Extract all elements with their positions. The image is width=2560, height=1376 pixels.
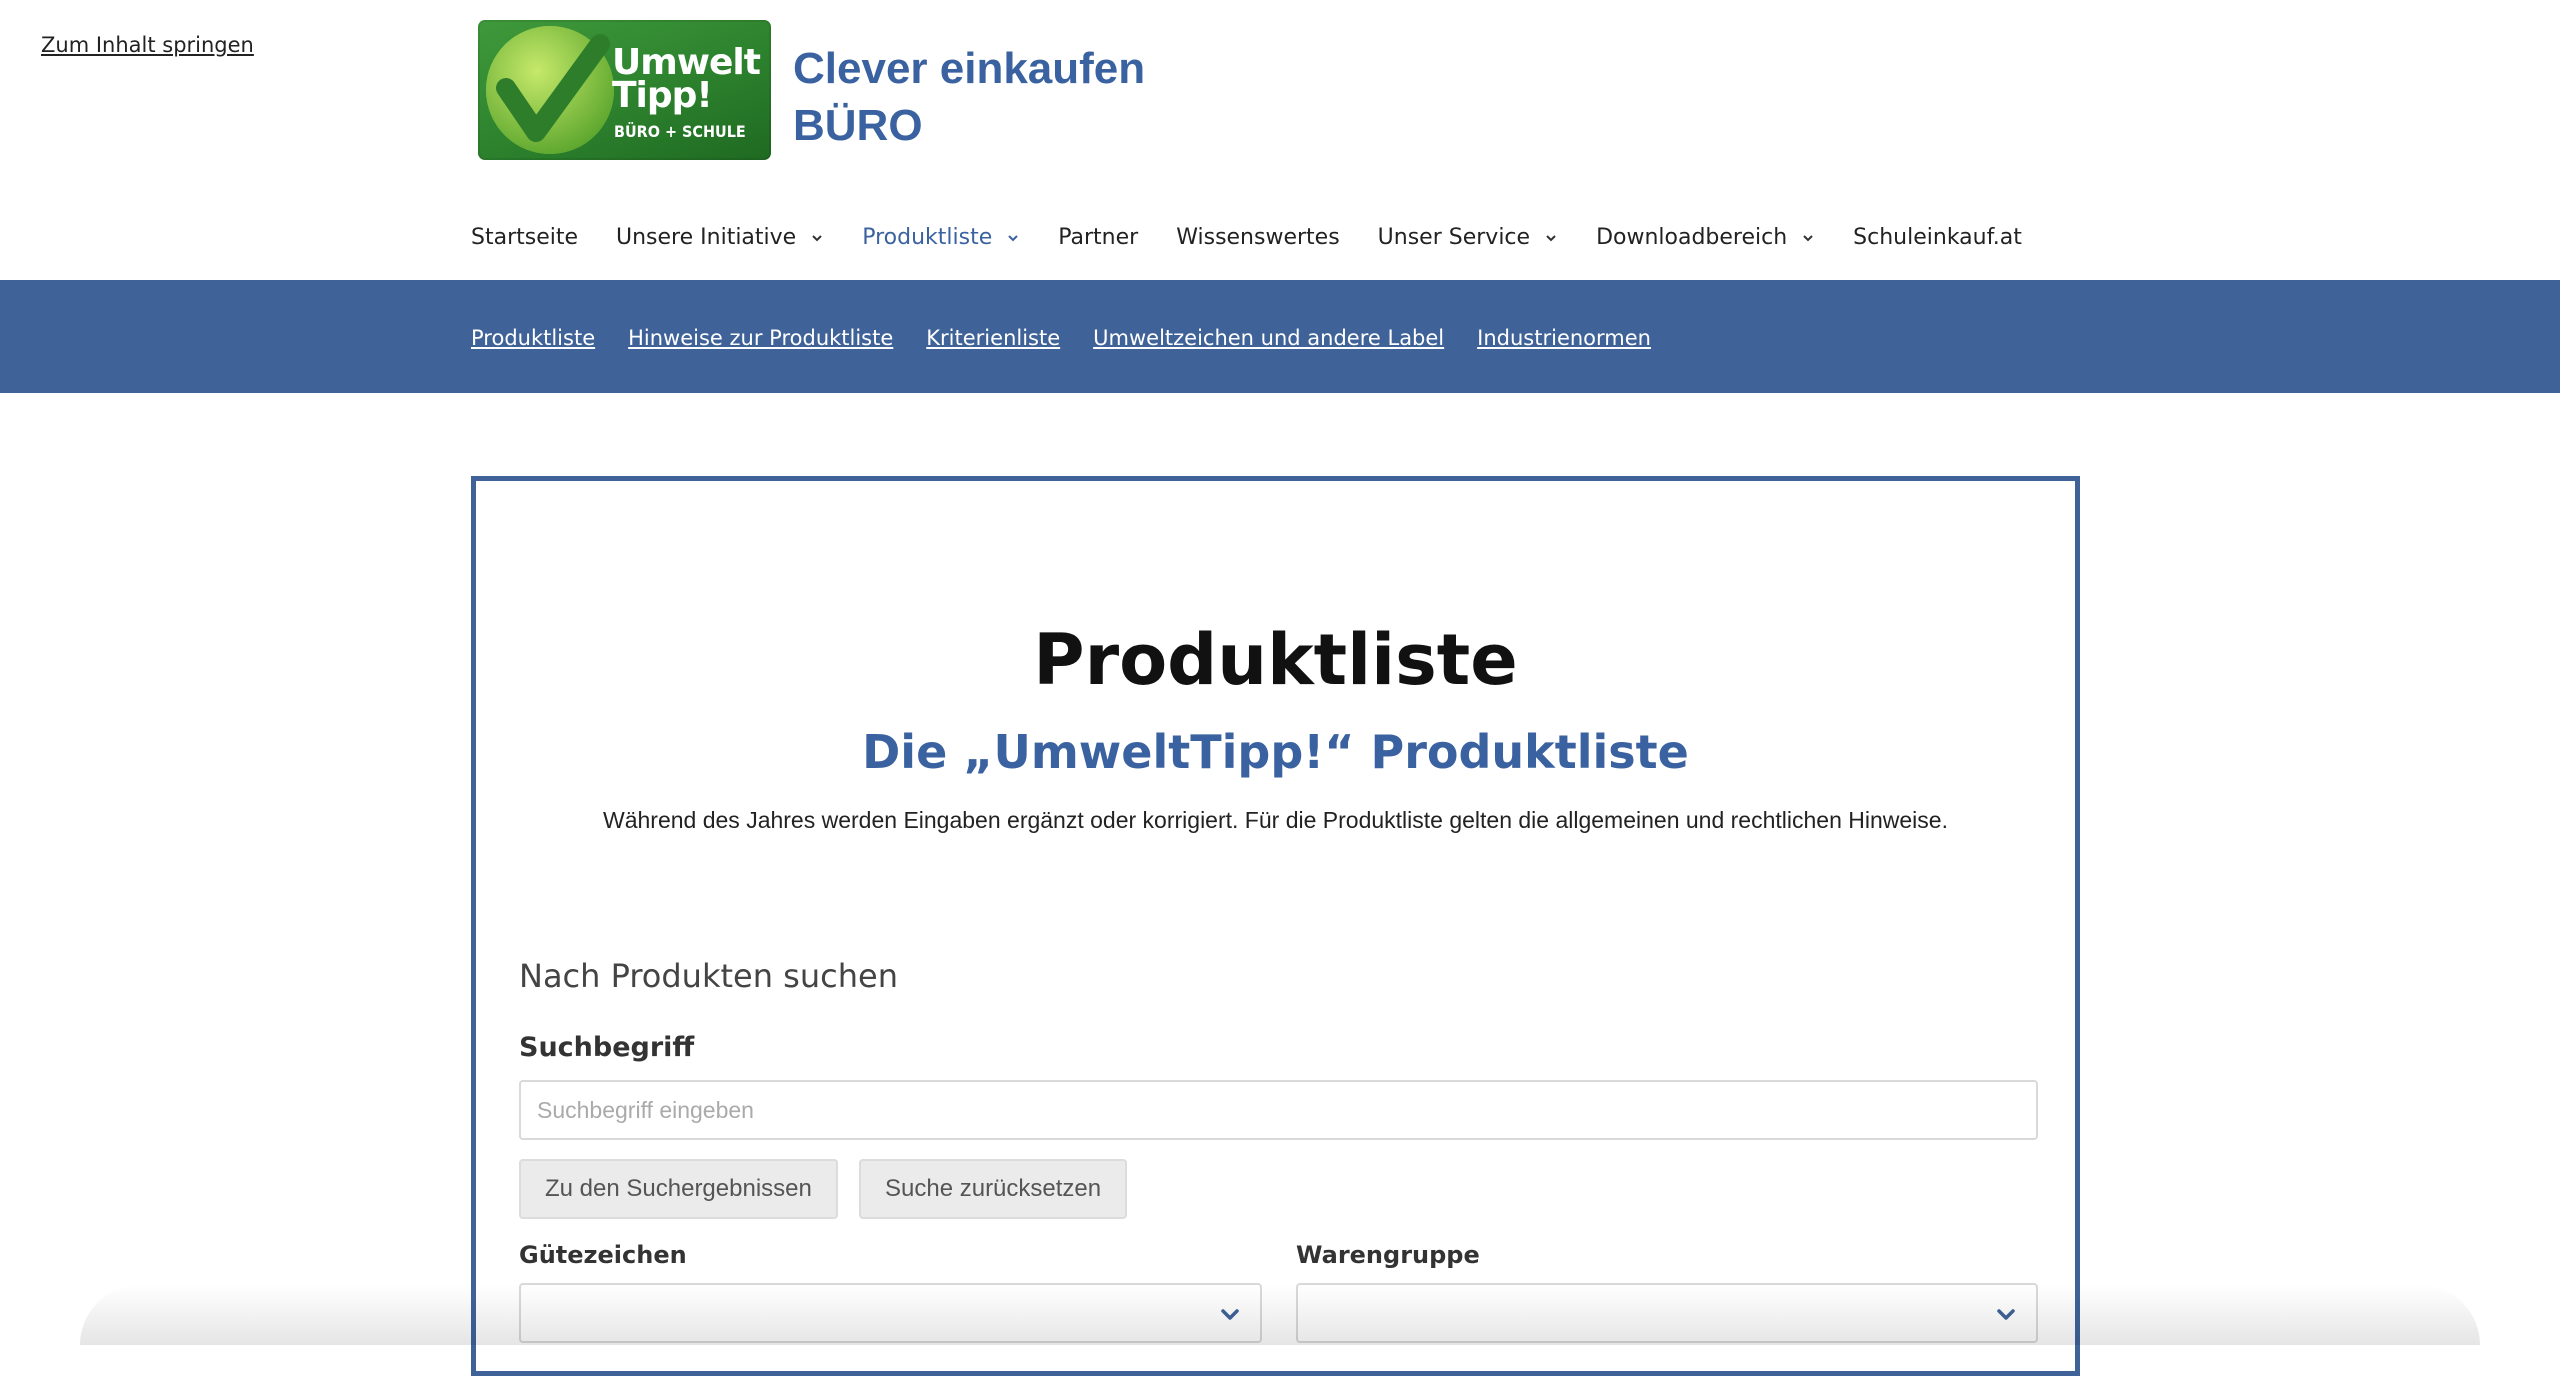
page-title: Produktliste — [1033, 619, 1518, 701]
reset-search-button[interactable]: Suche zurücksetzen — [859, 1159, 1128, 1219]
nav-item-unsere-initiative[interactable]: Unsere Initiative — [616, 225, 824, 250]
chevron-down-icon — [812, 234, 822, 241]
subnav-link-hinweise-zur-produktliste[interactable]: Hinweise zur Produktliste — [628, 326, 893, 350]
subnav-link-produktliste[interactable]: Produktliste — [471, 326, 595, 350]
skip-to-content-link[interactable]: Zum Inhalt springen — [41, 33, 254, 57]
nav-item-label: Unser Service — [1377, 225, 1531, 250]
subnav-link-umweltzeichen-und-andere-label[interactable]: Umweltzeichen und andere Label — [1093, 326, 1444, 350]
nav-item-unser-service[interactable]: Unser Service — [1378, 225, 1558, 250]
chevron-down-icon — [1008, 234, 1018, 241]
chevron-down-icon — [1221, 1309, 1239, 1320]
search-input[interactable] — [519, 1080, 2038, 1140]
main-navigation: Startseite Unsere Initiative Produktliste P… — [471, 225, 2060, 250]
intro-text: Während des Jahres werden Eingaben ergän… — [603, 807, 1948, 833]
nav-item-label: Partner — [1058, 225, 1139, 250]
quality-label-filter-label: Gütezeichen — [519, 1241, 687, 1269]
page-subtitle: Die „UmweltTipp!“ Produktliste — [862, 725, 1689, 779]
product-group-select[interactable] — [1296, 1283, 2038, 1343]
nav-item-schuleinkauf-at[interactable]: Schuleinkauf.at — [1853, 225, 2022, 250]
to-search-results-button[interactable]: Zu den Suchergebnissen — [519, 1159, 838, 1219]
logo-text-buero-schule: BÜRO + SCHULE — [614, 122, 746, 141]
product-list-panel: Produktliste Die „UmweltTipp!“ Produktli… — [471, 476, 2080, 1376]
quality-label-select[interactable] — [519, 1283, 1262, 1343]
site-title-line2: BÜRO — [793, 101, 923, 150]
sub-navigation: Produktliste Hinweise zur Produktliste Kri… — [471, 326, 1684, 350]
site-title[interactable]: Clever einkaufen BÜRO — [793, 40, 1145, 154]
chevron-down-icon — [1803, 234, 1813, 241]
chevron-down-icon — [1997, 1309, 2015, 1320]
umwelttipp-logo[interactable]: Umwelt Tipp! BÜRO + SCHULE — [478, 20, 771, 160]
nav-item-startseite[interactable]: Startseite — [471, 225, 578, 250]
nav-item-label: Downloadbereich — [1596, 225, 1788, 250]
chevron-down-icon — [1546, 234, 1556, 241]
nav-item-label: Wissenswertes — [1176, 225, 1340, 250]
search-term-label: Suchbegriff — [519, 1032, 695, 1063]
product-group-filter-label: Warengruppe — [1296, 1241, 1480, 1269]
nav-item-label: Unsere Initiative — [616, 225, 797, 250]
nav-item-wissenswertes[interactable]: Wissenswertes — [1176, 225, 1339, 250]
site-branding: Umwelt Tipp! BÜRO + SCHULE Clever einkau… — [478, 20, 1145, 160]
nav-item-label: Startseite — [471, 225, 579, 250]
nav-item-downloadbereich[interactable]: Downloadbereich — [1596, 225, 1815, 250]
nav-item-label: Produktliste — [862, 225, 993, 250]
site-title-line1: Clever einkaufen — [793, 44, 1146, 93]
logo-text-tipp: Tipp! — [612, 75, 713, 116]
subnav-link-industrienormen[interactable]: Industrienormen — [1477, 326, 1651, 350]
subnav-link-kriterienliste[interactable]: Kriterienliste — [926, 326, 1060, 350]
nav-item-produktliste[interactable]: Produktliste — [862, 225, 1020, 250]
nav-item-label: Schuleinkauf.at — [1853, 225, 2022, 250]
nav-item-partner[interactable]: Partner — [1058, 225, 1138, 250]
search-section-heading: Nach Produkten suchen — [519, 957, 898, 995]
